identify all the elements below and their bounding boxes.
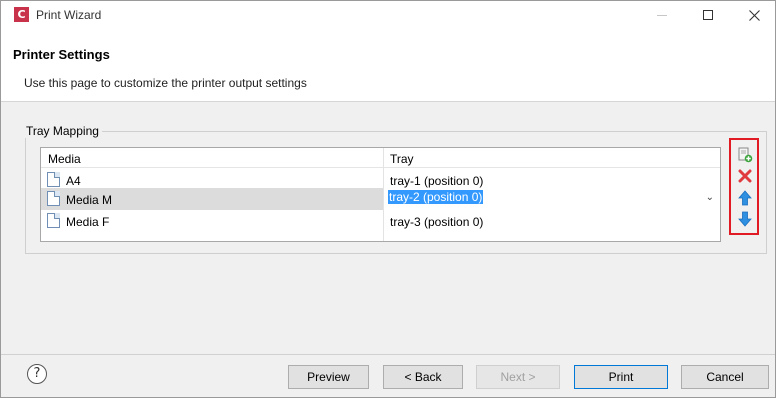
table-row-selected[interactable]: Media M tray-2 (position 0) ⌄	[41, 188, 720, 210]
tray-cell: tray-3 (position 0)	[390, 215, 484, 229]
tray-cell: tray-1 (position 0)	[390, 174, 484, 188]
tray-dropdown[interactable]: tray-2 (position 0) ⌄	[384, 188, 720, 210]
table-row[interactable]: Media F tray-3 (position 0)	[41, 210, 720, 232]
print-button[interactable]: Print	[574, 365, 668, 389]
print-wizard-window: C Print Wizard Printer Settings Use this…	[0, 0, 776, 398]
back-button[interactable]: < Back	[383, 365, 463, 389]
media-cell: Media M	[66, 193, 113, 207]
move-down-button[interactable]	[736, 210, 754, 228]
column-header-tray[interactable]: Tray	[390, 152, 414, 166]
media-file-icon	[47, 172, 60, 187]
app-icon: C	[14, 7, 29, 22]
media-cell: Media F	[66, 215, 110, 229]
column-header-media[interactable]: Media	[48, 152, 81, 166]
tray-dropdown-value: tray-2 (position 0)	[388, 190, 484, 204]
delete-icon	[738, 169, 752, 183]
move-up-button[interactable]	[736, 189, 754, 207]
move-down-icon	[738, 211, 752, 227]
tray-mapping-table[interactable]: Media Tray A4 tray-1 (position 0) Media …	[40, 147, 721, 242]
tray-mapping-toolbar	[729, 138, 759, 235]
minimize-icon	[657, 14, 667, 16]
page-title: Printer Settings	[13, 47, 110, 62]
help-icon[interactable]: ?	[27, 364, 47, 384]
wizard-header: Printer Settings Use this page to custom…	[1, 29, 775, 102]
title-bar: C Print Wizard	[1, 1, 775, 29]
close-button[interactable]	[731, 1, 775, 29]
add-media-icon	[738, 147, 753, 163]
next-button[interactable]: Next >	[476, 365, 560, 389]
media-file-icon	[47, 213, 60, 228]
add-button[interactable]	[736, 146, 754, 164]
delete-button[interactable]	[736, 167, 754, 185]
close-icon	[748, 9, 760, 21]
move-up-icon	[738, 190, 752, 206]
chevron-down-icon[interactable]: ⌄	[706, 192, 714, 203]
maximize-icon	[703, 10, 713, 20]
media-file-icon	[47, 191, 60, 206]
page-description: Use this page to customize the printer o…	[24, 76, 307, 90]
window-title: Print Wizard	[36, 8, 102, 22]
cancel-button[interactable]: Cancel	[681, 365, 769, 389]
preview-button[interactable]: Preview	[288, 365, 369, 389]
wizard-footer: ? Preview < Back Next > Print Cancel	[1, 355, 775, 397]
media-cell: A4	[66, 174, 81, 188]
tray-mapping-label: Tray Mapping	[23, 124, 102, 138]
minimize-button[interactable]	[639, 1, 685, 29]
table-header: Media Tray	[41, 148, 720, 168]
maximize-button[interactable]	[685, 1, 731, 29]
wizard-body: Tray Mapping Media Tray A4 tray-1 (posit…	[1, 102, 775, 355]
